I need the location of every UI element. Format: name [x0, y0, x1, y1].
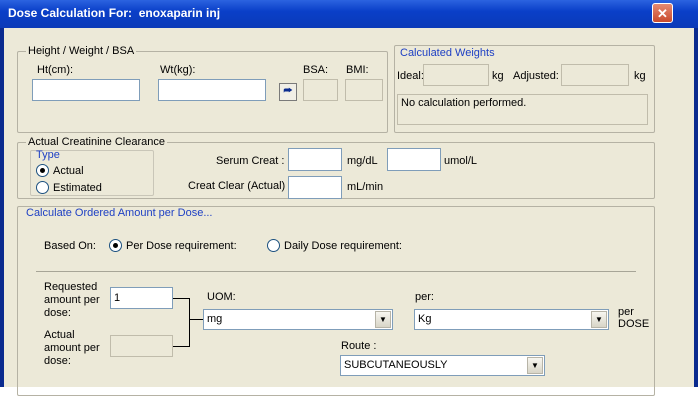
type-label: Type: [36, 149, 60, 161]
calculate-icon: ⮫: [283, 86, 293, 97]
weight-input[interactable]: [158, 79, 266, 101]
per-select[interactable]: Kg ▼: [414, 309, 609, 330]
creat-clear-input[interactable]: [288, 176, 342, 199]
window-title: Dose Calculation For: enoxaparin inj: [8, 6, 221, 20]
close-button[interactable]: ✕: [652, 3, 673, 23]
dialog-window: Dose Calculation For: enoxaparin inj ✕ H…: [0, 0, 698, 396]
calculated-weights-label: Calculated Weights: [398, 47, 497, 59]
actual-amount-field: [110, 335, 173, 357]
uom-select[interactable]: mg ▼: [203, 309, 393, 330]
ideal-label: Ideal:: [397, 70, 424, 82]
requested-label-1: Requested: [44, 281, 98, 293]
estimated-radio-label: Estimated: [53, 182, 102, 194]
per-dropdown-icon[interactable]: ▼: [591, 311, 607, 328]
creat-clear-label: Creat Clear (Actual): [188, 180, 286, 192]
adjusted-weight-field: [561, 64, 629, 86]
serum-creat-input[interactable]: [288, 148, 342, 171]
umol-unit: umol/L: [444, 155, 478, 167]
uom-label: UOM:: [207, 291, 236, 303]
daily-dose-radio-label: Daily Dose requirement:: [284, 240, 402, 252]
actual-label-2: amount per: [44, 342, 100, 354]
bracket-top: [173, 298, 189, 299]
mlmin-unit: mL/min: [347, 181, 384, 193]
requested-label-3: dose:: [44, 307, 71, 319]
route-selected-value: SUBCUTANEOUSLY: [344, 359, 448, 371]
bracket-bottom: [173, 346, 189, 347]
route-label: Route :: [341, 340, 377, 352]
calculate-button[interactable]: ⮫: [279, 83, 297, 101]
ordered-amount-label: Calculate Ordered Amount per Dose...: [26, 207, 213, 219]
close-icon: ✕: [657, 6, 668, 21]
actual-label-1: Actual: [44, 329, 75, 341]
calc-message-box: No calculation performed.: [397, 94, 648, 125]
height-input[interactable]: [32, 79, 140, 101]
uom-selected-value: mg: [207, 313, 223, 325]
estimated-radio[interactable]: [36, 181, 49, 194]
height-label: Ht(cm):: [37, 64, 74, 76]
serum-creat-umol-input[interactable]: [387, 148, 441, 171]
per-selected-value: Kg: [418, 313, 432, 325]
bracket-vertical: [189, 298, 190, 347]
title-bar[interactable]: Dose Calculation For: enoxaparin inj ✕: [0, 0, 698, 28]
daily-dose-radio[interactable]: [267, 239, 280, 252]
actual-radio[interactable]: [36, 164, 49, 177]
route-dropdown-icon[interactable]: ▼: [527, 357, 543, 374]
weight-label: Wt(kg):: [160, 64, 196, 76]
divider: [36, 271, 636, 272]
creatinine-clearance-label: Actual Creatinine Clearance: [26, 136, 167, 148]
adjusted-unit: kg: [634, 70, 646, 82]
bracket-connector: [189, 319, 203, 320]
per-dose-text-1: per: [618, 306, 634, 318]
uom-dropdown-icon[interactable]: ▼: [375, 311, 391, 328]
per-dose-radio[interactable]: [109, 239, 122, 252]
bmi-label: BMI:: [346, 64, 369, 76]
per-dose-radio-label: Per Dose requirement:: [126, 240, 237, 252]
actual-label-3: dose:: [44, 355, 71, 367]
bmi-field: [345, 79, 383, 101]
actual-radio-label: Actual: [53, 165, 84, 177]
per-label: per:: [415, 291, 434, 303]
bsa-label: BSA:: [303, 64, 329, 76]
requested-label-2: amount per: [44, 294, 100, 306]
adjusted-label: Adjusted:: [513, 70, 559, 82]
ideal-unit: kg: [492, 70, 504, 82]
per-dose-text-2: DOSE: [618, 318, 650, 330]
serum-creat-label: Serum Creat :: [216, 155, 285, 167]
dialog-body: Height / Weight / BSA Ht(cm): Wt(kg): ⮫ …: [4, 28, 694, 396]
mgdl-unit: mg/dL: [347, 155, 378, 167]
ideal-weight-field: [423, 64, 489, 86]
based-on-label: Based On:: [44, 240, 96, 252]
requested-amount-input[interactable]: [110, 287, 173, 309]
route-select[interactable]: SUBCUTANEOUSLY ▼: [340, 355, 545, 376]
height-weight-bsa-label: Height / Weight / BSA: [26, 45, 137, 57]
bsa-field: [303, 79, 338, 101]
calc-message: No calculation performed.: [401, 97, 527, 109]
